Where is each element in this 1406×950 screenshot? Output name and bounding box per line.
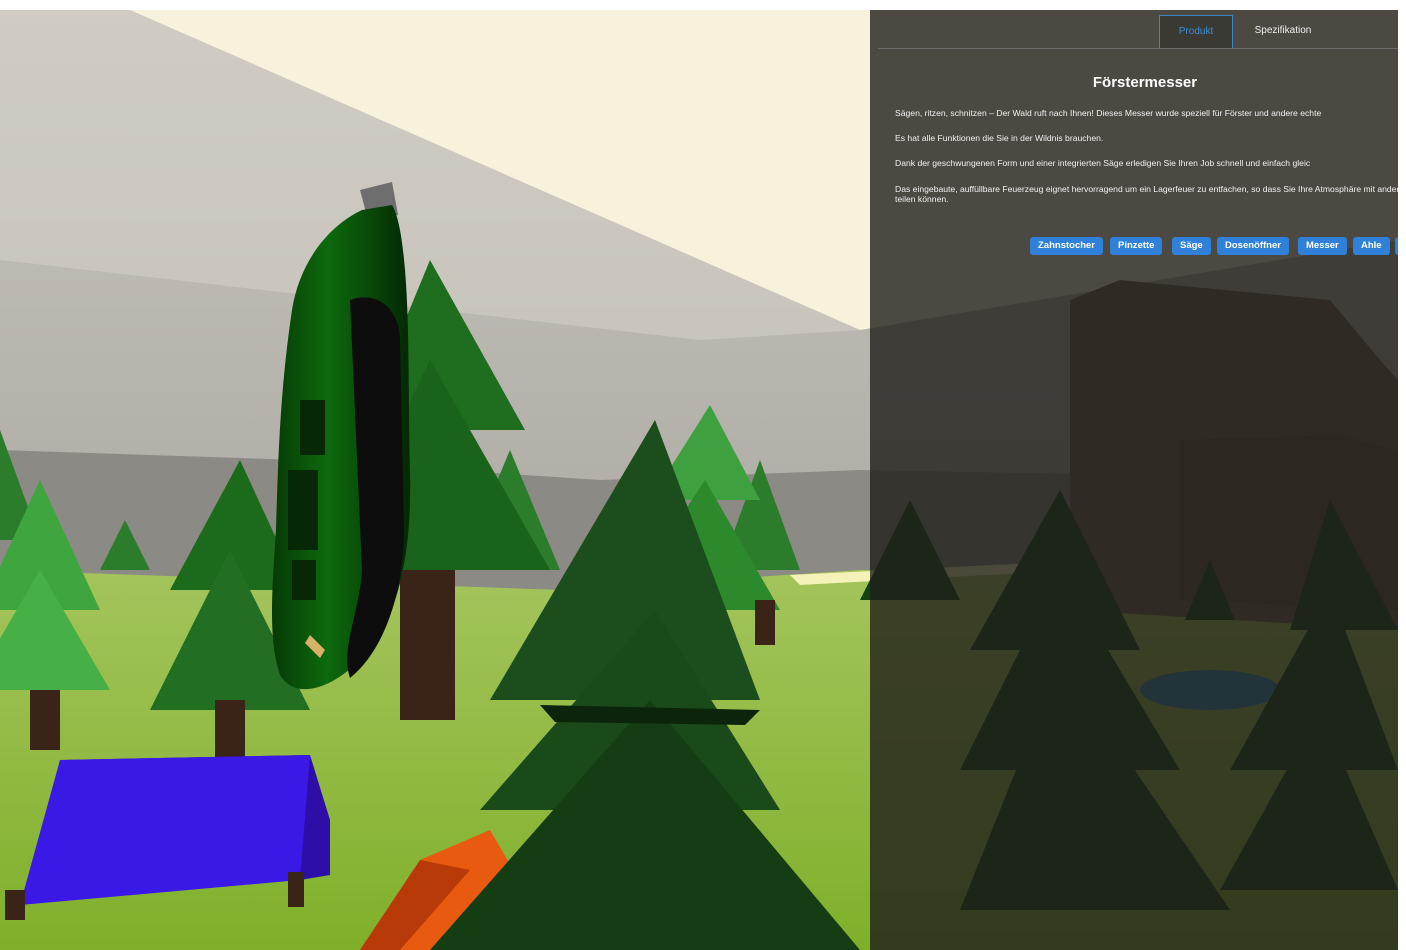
tab-bar: Produkt Spezifikation: [878, 10, 1398, 49]
product-info-panel: Produkt Spezifikation Förstermesser Säge…: [870, 10, 1398, 950]
description-paragraph: Sägen, ritzen, schnitzen – Der Wald ruft…: [895, 108, 1322, 118]
description-paragraph: Es hat alle Funktionen die Sie in der Wi…: [895, 133, 1104, 143]
function-button-pinzette[interactable]: Pinzette: [1110, 237, 1163, 255]
tab-produkt[interactable]: Produkt: [1159, 15, 1233, 48]
function-button-more[interactable]: [1395, 237, 1398, 255]
function-button-messer[interactable]: Messer: [1298, 237, 1347, 255]
viewport[interactable]: Produkt Spezifikation Förstermesser Säge…: [0, 10, 1398, 950]
description-paragraph: Dank der geschwungenen Form und einer in…: [895, 158, 1311, 168]
function-button-dosenoeffner[interactable]: Dosenöffner: [1217, 237, 1289, 255]
product-title: Förstermesser: [1092, 74, 1198, 91]
tab-spezifikation[interactable]: Spezifikation: [1248, 15, 1318, 47]
description-paragraph: Das eingebaute, auffüllbare Feuerzeug ei…: [895, 184, 1398, 204]
function-button-zahnstocher[interactable]: Zahnstocher: [1030, 237, 1104, 255]
function-button-ahle[interactable]: Ahle: [1353, 237, 1390, 255]
function-button-saege[interactable]: Säge: [1172, 237, 1211, 255]
